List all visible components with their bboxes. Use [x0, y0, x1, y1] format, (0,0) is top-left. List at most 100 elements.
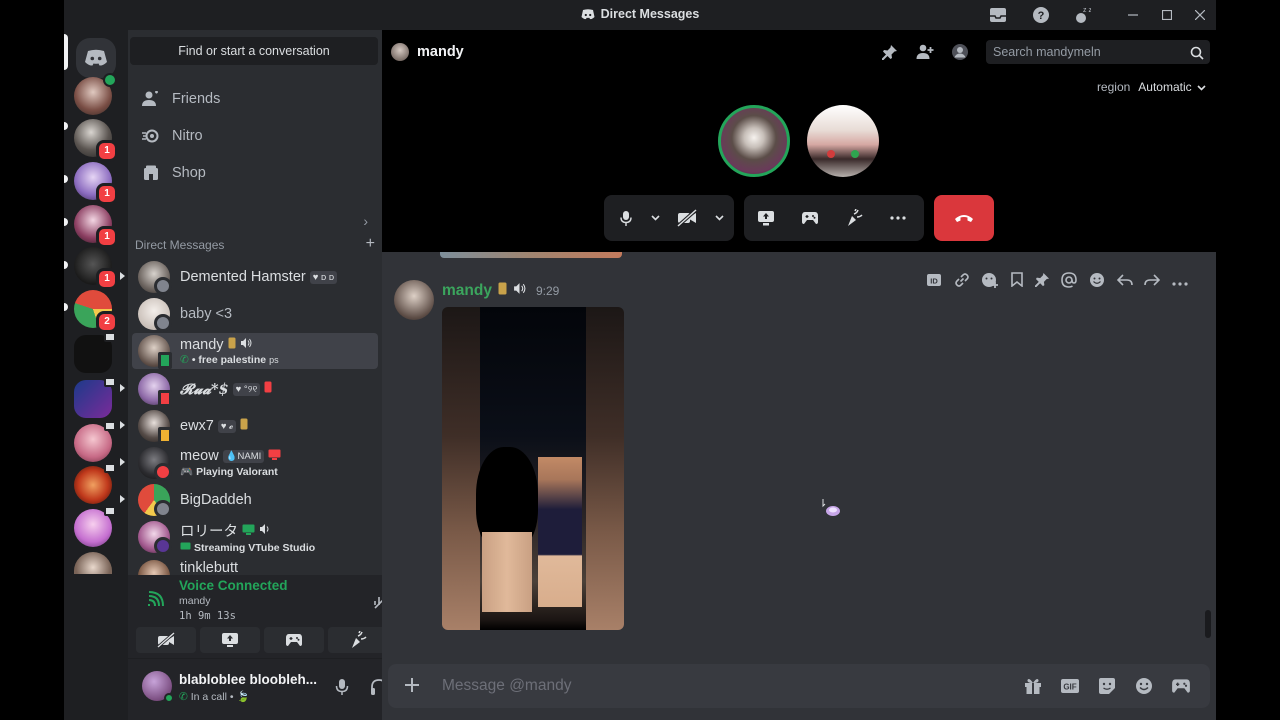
- server-icon[interactable]: [74, 421, 116, 462]
- copy-link-icon[interactable]: [954, 272, 970, 293]
- call-camera-button[interactable]: [662, 195, 712, 241]
- voice-speaker-icon: [103, 73, 117, 87]
- avatar: [138, 373, 172, 407]
- sleepy-mascot-icon[interactable]: z z: [1069, 4, 1093, 26]
- mobile-icon: [228, 337, 236, 353]
- dm-item-demented-hamster[interactable]: Demented Hamster ♥ ᴅ ᴅ: [120, 259, 378, 295]
- message-avatar[interactable]: [394, 280, 434, 320]
- online-status-indicator: [164, 693, 174, 703]
- nav-nitro[interactable]: Nitro: [132, 119, 378, 153]
- find-conversation-button[interactable]: Find or start a conversation: [130, 37, 378, 65]
- server-icon[interactable]: 1: [74, 247, 118, 290]
- gif-icon[interactable]: GIF: [1059, 675, 1081, 697]
- dm-item-mandy[interactable]: mandy ✆ • free palestine ps: [132, 333, 378, 369]
- call-controls-activities: [744, 195, 924, 241]
- call-soundboard-button[interactable]: [832, 195, 876, 241]
- dm-item-ewx7[interactable]: ewx7 ♥ 𝓮: [120, 408, 378, 444]
- soundboard-button[interactable]: [328, 627, 388, 653]
- microphone-icon: [620, 210, 632, 226]
- add-reaction-icon[interactable]: [1089, 272, 1105, 293]
- copy-id-icon[interactable]: ID: [926, 273, 942, 292]
- dm-item-rua[interactable]: 𝓡𝓾𝓪*$ ♥ °୨୧: [120, 371, 378, 407]
- inbox-icon[interactable]: [986, 4, 1010, 26]
- dm-item-baby[interactable]: baby <3: [132, 296, 378, 332]
- emoji-icon[interactable]: [1133, 675, 1155, 697]
- pinned-messages-icon[interactable]: [880, 42, 900, 62]
- gift-icon[interactable]: [1022, 675, 1044, 697]
- search-input[interactable]: Search mandymeln: [986, 40, 1210, 64]
- server-icon[interactable]: 1: [74, 205, 118, 248]
- mute-button[interactable]: [330, 675, 354, 699]
- dm-name: BigDaddeh: [180, 492, 252, 508]
- image-attachment[interactable]: [442, 307, 624, 630]
- mention-icon[interactable]: [1061, 271, 1078, 293]
- mention-badge: 1: [96, 183, 118, 205]
- voice-status-title[interactable]: Voice Connected: [179, 578, 288, 593]
- server-icon[interactable]: [74, 506, 116, 547]
- upload-plus-icon[interactable]: [402, 675, 422, 700]
- minimize-icon[interactable]: [1121, 4, 1145, 26]
- sticker-icon[interactable]: [1096, 675, 1118, 697]
- pin-icon[interactable]: [1034, 272, 1050, 292]
- server-icon[interactable]: [74, 463, 116, 504]
- video-options-chevron[interactable]: [712, 195, 726, 241]
- camera-off-button[interactable]: [136, 627, 196, 653]
- activity-button[interactable]: [264, 627, 324, 653]
- scrollbar-thumb[interactable]: [1205, 610, 1211, 638]
- call-screen-share-button[interactable]: [744, 195, 788, 241]
- apps-gamepad-icon[interactable]: [1170, 675, 1192, 697]
- dm-name: meow: [180, 448, 219, 464]
- close-icon[interactable]: [1188, 4, 1212, 26]
- more-icon[interactable]: [1172, 273, 1188, 291]
- dm-item-meow[interactable]: meow 💧 NAMI 🎮 Playing Valorant: [120, 445, 378, 481]
- maximize-icon[interactable]: [1155, 4, 1179, 26]
- create-dm-icon[interactable]: +: [366, 236, 375, 252]
- previous-image-attachment[interactable]: [440, 252, 622, 258]
- header-name[interactable]: mandy: [417, 44, 464, 60]
- add-reaction-super-icon[interactable]: [981, 272, 999, 293]
- end-call-button[interactable]: [934, 195, 994, 241]
- dm-item-bigdaddeh[interactable]: BigDaddeh: [120, 482, 378, 518]
- server-icon[interactable]: [74, 552, 112, 574]
- nav-friends[interactable]: Friends: [132, 82, 378, 116]
- chevron-down-icon: [650, 215, 660, 221]
- server-icon[interactable]: 1: [74, 119, 118, 162]
- audio-options-chevron[interactable]: [648, 195, 662, 241]
- message-input-placeholder[interactable]: Message @mandy: [442, 677, 571, 695]
- dm-item-lolita[interactable]: ロリータ Streaming VTube Studio: [132, 519, 378, 555]
- message-composer[interactable]: Message @mandy GIF: [388, 664, 1210, 708]
- home-button[interactable]: [76, 38, 116, 78]
- connection-signal-icon[interactable]: [148, 591, 164, 612]
- message-author[interactable]: mandy: [442, 282, 492, 300]
- user-avatar[interactable]: [142, 671, 174, 703]
- call-activity-button[interactable]: [788, 195, 832, 241]
- voice-elapsed-time: 1h 9m 13s: [179, 610, 236, 622]
- unread-pill: [64, 218, 68, 226]
- help-icon[interactable]: ?: [1029, 4, 1053, 26]
- server-icon[interactable]: [74, 73, 117, 115]
- reply-icon[interactable]: [1116, 273, 1133, 292]
- forward-icon[interactable]: [1144, 273, 1161, 292]
- call-more-button[interactable]: [876, 195, 920, 241]
- participant-tile-mandy[interactable]: [718, 105, 790, 177]
- region-selector[interactable]: region Automatic: [1097, 80, 1206, 94]
- unread-indicator: [120, 458, 125, 466]
- user-profile-icon[interactable]: [950, 42, 970, 62]
- server-icon[interactable]: [74, 377, 116, 418]
- add-friends-to-dm-icon[interactable]: [915, 42, 935, 62]
- speaker-icon: [240, 337, 252, 353]
- server-icon[interactable]: 1: [74, 162, 118, 205]
- chevron-right-icon[interactable]: ›: [363, 213, 368, 229]
- user-name[interactable]: blabloblee bloobleh...: [179, 672, 319, 687]
- server-icon[interactable]: 2: [74, 290, 118, 333]
- participant-tile-self[interactable]: [807, 105, 879, 177]
- avatar: [138, 335, 172, 369]
- friends-icon: [142, 90, 160, 108]
- server-icon[interactable]: [74, 332, 116, 373]
- title-bar: Direct Messages ? z z: [64, 0, 1216, 30]
- nav-shop[interactable]: Shop: [132, 156, 378, 190]
- bookmark-icon[interactable]: [1011, 272, 1023, 292]
- screen-share-button[interactable]: [200, 627, 260, 653]
- call-mute-button[interactable]: [604, 195, 648, 241]
- dm-item-tinklebutt[interactable]: tinklebutt: [132, 556, 378, 576]
